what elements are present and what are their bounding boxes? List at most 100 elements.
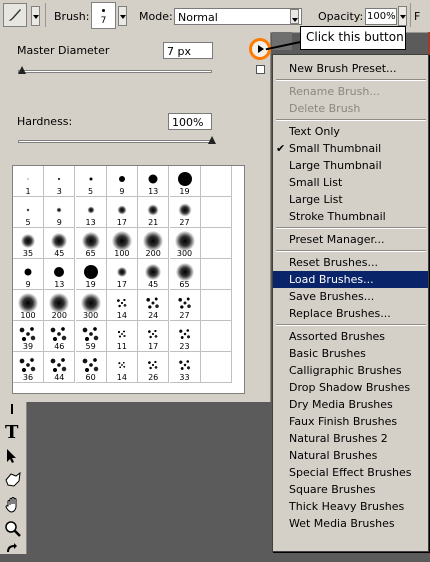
brush-preset-cell[interactable]: 300 — [75, 290, 107, 321]
brush-preset-cell[interactable]: 27 — [169, 197, 201, 228]
master-diameter-slider-thumb[interactable] — [17, 66, 26, 74]
menu-item-small-thumbnail[interactable]: ✔ Small Thumbnail — [273, 140, 428, 157]
menu-item-new-brush-preset[interactable]: New Brush Preset... — [273, 60, 428, 77]
brush-preset-cell[interactable]: 19 — [169, 166, 201, 197]
menu-item-label: Dry Media Brushes — [289, 398, 393, 411]
brush-preset-cell[interactable]: 100 — [106, 228, 138, 259]
brush-preset-cell[interactable]: 100 — [13, 290, 44, 321]
brush-preset-cell[interactable]: 1 — [13, 166, 44, 197]
brush-preset-cell[interactable]: 39 — [13, 321, 44, 352]
brush-preset-cell[interactable]: 26 — [138, 352, 170, 383]
brush-preset-cell[interactable]: 27 — [169, 290, 201, 321]
menu-item-special-effect-brushes[interactable]: Special Effect Brushes — [273, 464, 428, 481]
menu-item-thick-heavy-brushes[interactable]: Thick Heavy Brushes — [273, 498, 428, 515]
brush-preset-cell[interactable]: 200 — [138, 228, 170, 259]
hardness-field[interactable]: 100% — [168, 113, 212, 130]
brush-preset-cell[interactable]: 65 — [169, 259, 201, 290]
brush-preset-cell[interactable]: 23 — [169, 321, 201, 352]
menu-item-label: Natural Brushes — [289, 449, 378, 462]
brush-preset-cell[interactable]: 5 — [13, 197, 44, 228]
menu-item-stroke-thumbnail[interactable]: Stroke Thumbnail — [273, 208, 428, 225]
brush-preset-cell[interactable]: 21 — [138, 197, 170, 228]
brush-preset-cell[interactable]: 24 — [138, 290, 170, 321]
new-preset-icon[interactable] — [256, 65, 265, 74]
menu-item-drop-shadow-brushes[interactable]: Drop Shadow Brushes — [273, 379, 428, 396]
brush-preset-cell[interactable]: 300 — [169, 228, 201, 259]
menu-item-calligraphic-brushes[interactable]: Calligraphic Brushes — [273, 362, 428, 379]
brush-preset-cell[interactable]: 13 — [75, 197, 107, 228]
menu-item-natural-brushes[interactable]: Natural Brushes — [273, 447, 428, 464]
brush-tip-thumbnail — [49, 323, 70, 344]
menu-item-preset-manager[interactable]: Preset Manager... — [273, 231, 428, 248]
menu-item-large-thumbnail[interactable]: Large Thumbnail — [273, 157, 428, 174]
brush-preset-cell[interactable]: 17 — [106, 197, 138, 228]
brush-preset-cell[interactable]: 65 — [75, 228, 107, 259]
menu-item-reset-brushes[interactable]: Reset Brushes... — [273, 254, 428, 271]
swap-colors-tool[interactable] — [2, 540, 24, 562]
zoom-tool[interactable] — [2, 518, 24, 540]
brush-preset-size: 13 — [85, 218, 96, 227]
brush-preset-cell[interactable]: 59 — [75, 321, 107, 352]
brush-preset-cell[interactable]: 36 — [13, 352, 44, 383]
brush-preset-cell[interactable]: 9 — [106, 166, 138, 197]
hand-tool[interactable] — [2, 494, 24, 516]
hardness-slider-thumb[interactable] — [208, 136, 216, 144]
menu-item-save-brushes[interactable]: Save Brushes... — [273, 288, 428, 305]
brush-preset-cell[interactable]: 17 — [106, 259, 138, 290]
brush-preset-cell[interactable]: 19 — [75, 259, 107, 290]
path-selection-tool[interactable] — [2, 446, 24, 468]
opacity-field[interactable]: 100% — [365, 8, 397, 25]
brush-picker-arrow[interactable] — [118, 6, 127, 26]
brush-preset-cell[interactable]: 5 — [75, 166, 107, 197]
brush-preset-cell[interactable]: 9 — [44, 197, 76, 228]
menu-item-label: Small Thumbnail — [289, 142, 382, 155]
menu-item-wet-media-brushes[interactable]: Wet Media Brushes — [273, 515, 428, 532]
opacity-dropdown-arrow[interactable] — [398, 6, 407, 26]
brush-preset-cell[interactable]: 44 — [44, 352, 76, 383]
brush-preset-cell[interactable]: 14 — [106, 290, 138, 321]
brush-tip-thumbnail — [116, 266, 127, 277]
menu-item-dry-media-brushes[interactable]: Dry Media Brushes — [273, 396, 428, 413]
brush-preset-cell[interactable]: 3 — [44, 166, 76, 197]
menu-item-natural-brushes-2[interactable]: Natural Brushes 2 — [273, 430, 428, 447]
brush-panel-menu: New Brush Preset... Rename Brush... Delete… — [272, 54, 429, 552]
menu-item-text-only[interactable]: Text Only — [273, 123, 428, 140]
menu-item-load-brushes[interactable]: Load Brushes... — [273, 271, 428, 288]
brush-preview[interactable]: 7 — [91, 2, 116, 29]
brush-tool-preset-button[interactable] — [3, 3, 27, 27]
brush-preset-cell[interactable]: 14 — [106, 352, 138, 383]
brush-preset-size: 45 — [148, 280, 159, 289]
brush-preset-cell[interactable]: 60 — [75, 352, 107, 383]
mode-select[interactable]: Normal — [174, 8, 302, 25]
tool-preset-dropdown-arrow[interactable] — [31, 6, 40, 26]
brush-preset-cell[interactable]: 35 — [13, 228, 44, 259]
brush-preset-cell[interactable]: 46 — [44, 321, 76, 352]
menu-item-basic-brushes[interactable]: Basic Brushes — [273, 345, 428, 362]
brush-preset-cell[interactable]: 13 — [138, 166, 170, 197]
brush-preset-cell[interactable]: 45 — [138, 259, 170, 290]
master-diameter-field[interactable]: 7 px — [163, 42, 213, 59]
brush-preset-cell[interactable]: 17 — [138, 321, 170, 352]
menu-item-rename-brush: Rename Brush... — [273, 83, 428, 100]
brush-preset-cell[interactable]: 9 — [13, 259, 44, 290]
brush-preset-cell[interactable]: 13 — [44, 259, 76, 290]
hardness-slider[interactable] — [18, 140, 212, 143]
type-tool[interactable]: T — [2, 422, 24, 444]
brush-preset-cell[interactable]: 200 — [44, 290, 76, 321]
custom-shape-tool[interactable] — [2, 470, 24, 492]
menu-item-square-brushes[interactable]: Square Brushes — [273, 481, 428, 498]
menu-item-large-list[interactable]: Large List — [273, 191, 428, 208]
master-diameter-slider[interactable] — [18, 70, 212, 73]
brush-preset-cell[interactable]: 33 — [169, 352, 201, 383]
menu-item-replace-brushes[interactable]: Replace Brushes... — [273, 305, 428, 322]
move-tool[interactable] — [2, 402, 24, 424]
menu-item-small-list[interactable]: Small List — [273, 174, 428, 191]
brush-preset-cell — [200, 228, 232, 259]
brush-picker-panel: Master Diameter 7 px Hardness: 100% 1359… — [0, 32, 271, 402]
brush-label: Brush: — [54, 10, 90, 23]
brush-preset-cell[interactable]: 11 — [106, 321, 138, 352]
menu-item-assorted-brushes[interactable]: Assorted Brushes — [273, 328, 428, 345]
brush-preset-cell[interactable]: 45 — [44, 228, 76, 259]
menu-item-faux-finish-brushes[interactable]: Faux Finish Brushes — [273, 413, 428, 430]
mode-dropdown-arrow[interactable] — [290, 9, 299, 24]
